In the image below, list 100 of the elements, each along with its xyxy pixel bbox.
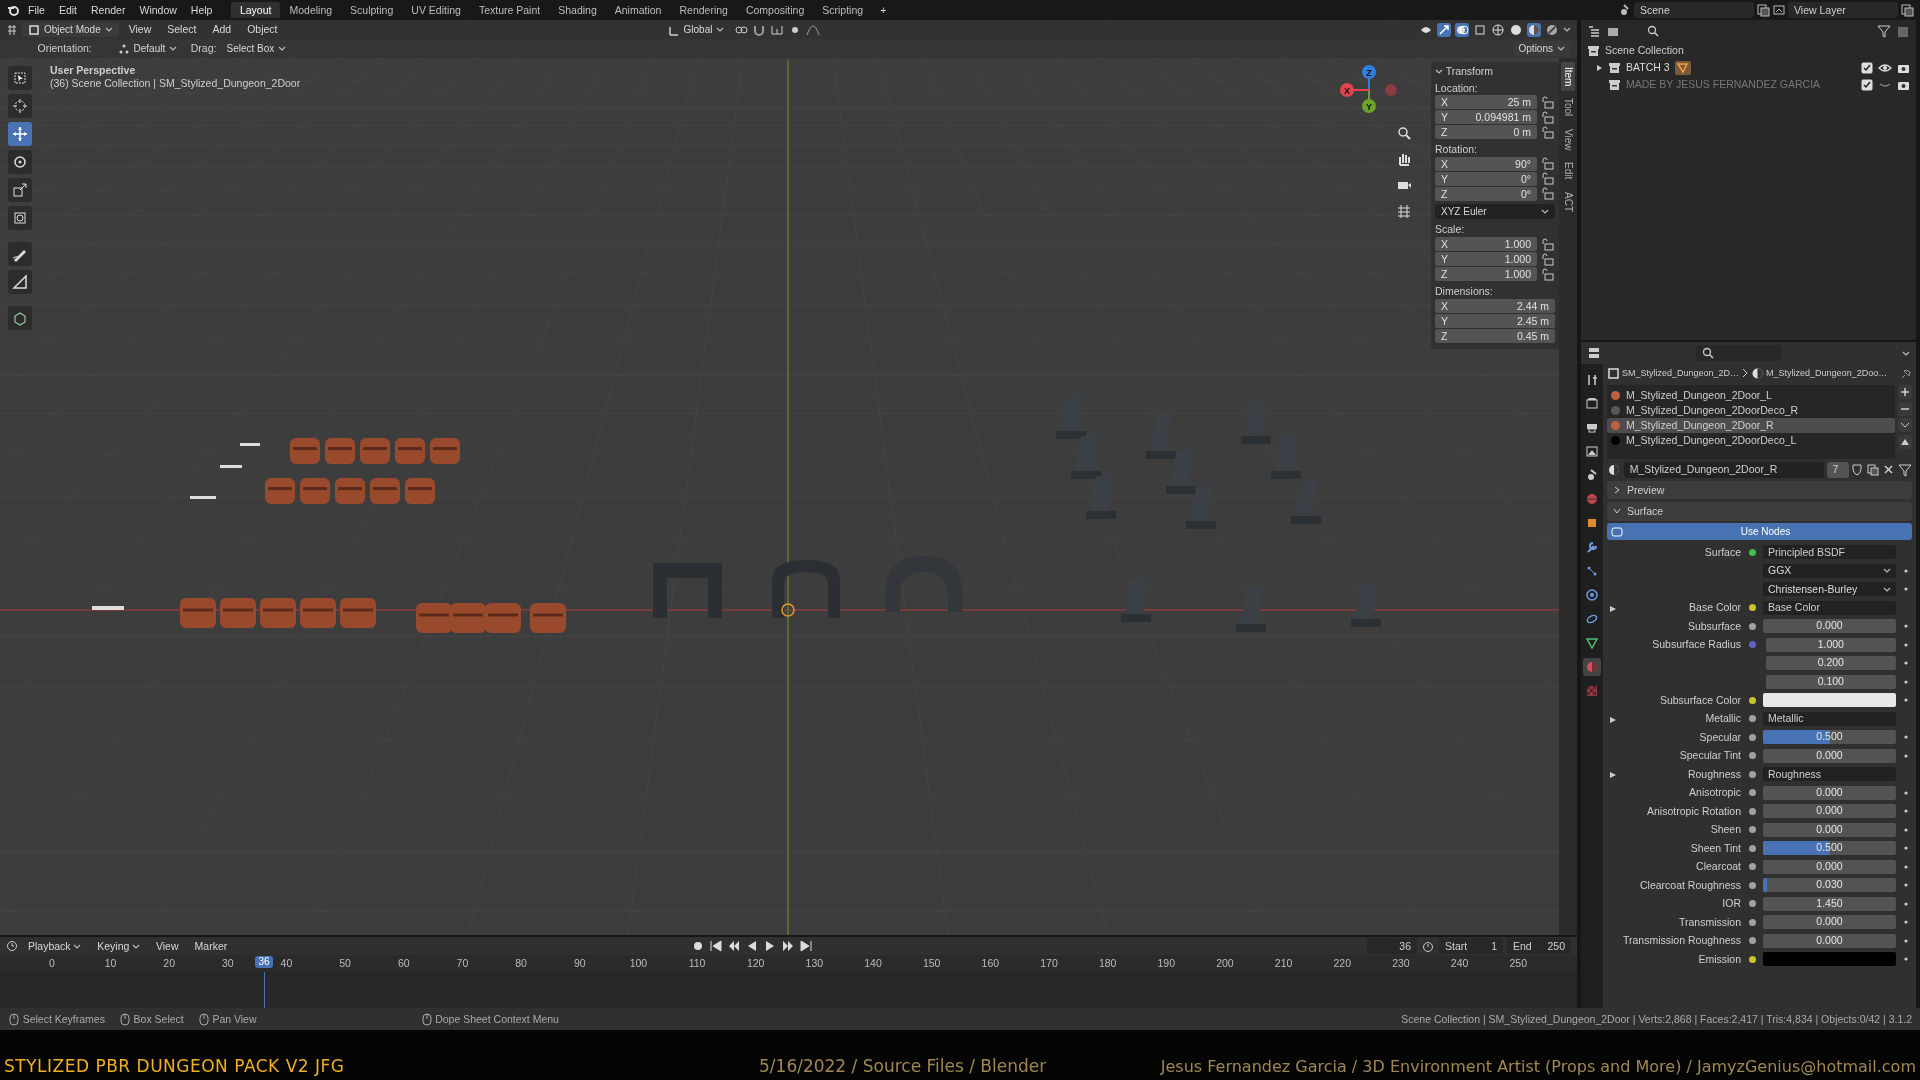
orientation-dropdown[interactable]: Default [111,41,182,56]
workspace-tab[interactable]: Compositing [736,1,814,19]
panel-header[interactable]: Surface [1607,502,1912,521]
workspace-tab[interactable]: UV Editing [402,1,470,19]
number-field[interactable]: Y 1.000 [1435,252,1537,266]
panel-title[interactable]: Transform [1445,65,1494,78]
linked-input-field[interactable]: Principled BSDF [1763,545,1896,560]
slider-field[interactable]: 0.000 [1763,785,1896,800]
slider-field[interactable]: 0.000 [1763,859,1896,874]
slider-field[interactable]: 0.000 [1763,822,1896,837]
property-label: Anisotropic Rotation [1646,804,1741,818]
use-nodes-button[interactable]: Use Nodes [1607,523,1912,541]
drag-dropdown[interactable]: Select Box [220,41,293,56]
number-field[interactable]: 0.100 [1765,674,1896,689]
number-field[interactable]: Z 1.000 [1435,267,1537,281]
menu-item[interactable]: Help [184,1,219,19]
slider-field[interactable]: 0.000 [1763,933,1896,948]
workspace-tab[interactable]: Texture Paint [469,1,550,19]
linked-input-field[interactable]: Base Color [1763,600,1896,615]
axis-handle[interactable]: Y [1361,99,1376,113]
menu-item[interactable]: Marker [188,937,234,955]
end-frame-field[interactable]: End 250 [1507,938,1571,954]
breadcrumb-item[interactable]: SM_Stylized_Dungeon_2D… [1622,367,1740,379]
number-field[interactable]: X 90° [1435,156,1537,171]
rotation-mode-dropdown[interactable]: XYZ Euler [1435,204,1555,220]
workspace-tab[interactable]: Animation [605,1,671,19]
number-field[interactable]: X 1.000 [1435,237,1537,251]
sidebar-tab[interactable]: Item [1561,62,1575,92]
sidebar-tab[interactable]: Edit [1561,157,1575,185]
mode-dropdown[interactable]: Object Mode [22,22,119,37]
user-count[interactable]: 7 [1826,461,1849,478]
options-dropdown[interactable]: Options [1512,41,1571,56]
number-field[interactable]: Y 0.094981 m [1435,110,1537,125]
material-slot[interactable]: M_Stylized_Dungeon_2DoorDeco_L [1607,432,1896,448]
slider-field[interactable]: 0.030 [1763,878,1896,893]
linked-input-field[interactable]: Roughness [1763,767,1896,782]
sidebar-tab[interactable]: View [1561,123,1575,156]
group-label: Scale: [1435,223,1466,236]
workspace-tab[interactable]: Rendering [670,1,737,19]
menu-item[interactable]: File [22,1,51,19]
number-field[interactable]: Z 0 m [1435,125,1537,140]
panel-header[interactable]: Preview [1607,480,1912,500]
number-field[interactable]: Y 2.45 m [1435,313,1555,328]
sidebar-tab[interactable]: ACT [1561,186,1575,217]
sidebar-tab[interactable]: Tool [1561,93,1575,122]
frame-number: 10 [103,957,118,970]
slider-field[interactable]: 0.000 [1763,748,1896,763]
menu-item[interactable]: Object [241,21,284,38]
workspace-tab[interactable]: Sculpting [341,1,403,19]
material-slot[interactable]: M_Stylized_Dungeon_2Door_R [1607,417,1896,433]
workspace-tab[interactable]: Scripting [813,1,873,19]
menu-item[interactable]: Window [133,1,183,19]
outliner-item[interactable]: BATCH 3 [1626,61,1670,74]
slider-field[interactable]: 0.000 [1763,804,1896,819]
property-label: Clearcoat Roughness [1639,878,1741,892]
scene-field[interactable]: Scene [1634,2,1754,18]
menu-item[interactable]: Playback [22,937,88,955]
axis-handle[interactable]: X [1339,83,1354,97]
playhead-frame[interactable]: 36 [255,956,273,968]
author-credit: Jesus Fernandez Garcia / 3D Environment Artist (Props and More) / JamyzGenius@hotmail.com [1160,1056,1916,1076]
dropdown[interactable]: GGX [1763,563,1896,578]
frame-number: 240 [1449,957,1470,970]
number-field[interactable]: X 2.44 m [1435,298,1555,313]
status-hint: Box Select [133,1012,184,1026]
menu-item[interactable]: Render [85,1,132,19]
number-field[interactable]: X 25 m [1435,95,1537,110]
add-workspace-button[interactable]: + [874,1,893,19]
menu-item[interactable]: Select [161,21,203,38]
linked-input-field[interactable]: Metallic [1763,711,1896,726]
menu-item[interactable]: Keying [91,937,146,955]
menu-item[interactable]: Edit [52,1,83,19]
number-field[interactable]: Y 0° [1435,171,1537,186]
dropdown[interactable]: Christensen-Burley [1763,582,1896,597]
workspace-tab[interactable]: Layout [230,1,281,19]
workspace-tab[interactable]: Shading [549,1,606,19]
slider-field[interactable]: 1.450 [1763,896,1896,911]
start-frame-field[interactable]: Start 1 [1439,938,1503,954]
frame-number: 0 [47,957,56,970]
slider-field[interactable]: 0.000 [1763,619,1896,634]
number-field[interactable]: Z 0.45 m [1435,328,1555,343]
material-name-field[interactable]: M_Stylized_Dungeon_2Door_R [1623,461,1824,478]
number-field[interactable]: 1.000 [1765,637,1896,652]
menu-item[interactable]: View [149,937,185,955]
number-field[interactable]: Z 0° [1435,186,1537,201]
number-field[interactable]: 0.200 [1765,656,1896,671]
outliner-item[interactable]: Scene Collection [1605,44,1684,57]
group-label: Dimensions: [1435,285,1494,298]
slider-field[interactable]: 0.000 [1763,915,1896,930]
material-slot[interactable]: M_Stylized_Dungeon_2DoorDeco_R [1607,402,1896,418]
menu-item[interactable]: View [122,21,158,38]
view-layer-field[interactable]: View Layer [1788,2,1898,18]
property-label: Subsurface [1686,619,1741,633]
workspace-tab[interactable]: Modeling [280,1,342,19]
breadcrumb-item[interactable]: M_Stylized_Dungeon_2Doo… [1766,367,1888,379]
material-slot[interactable]: M_Stylized_Dungeon_2Door_L [1607,387,1896,403]
axis-handle[interactable]: Z [1361,65,1376,79]
orientation-dropdown[interactable]: Global [661,22,731,37]
navigation-gizmo[interactable]: Z Y X [1338,62,1405,118]
current-frame-field[interactable]: 36 [1367,938,1417,954]
menu-item[interactable]: Add [206,21,238,38]
